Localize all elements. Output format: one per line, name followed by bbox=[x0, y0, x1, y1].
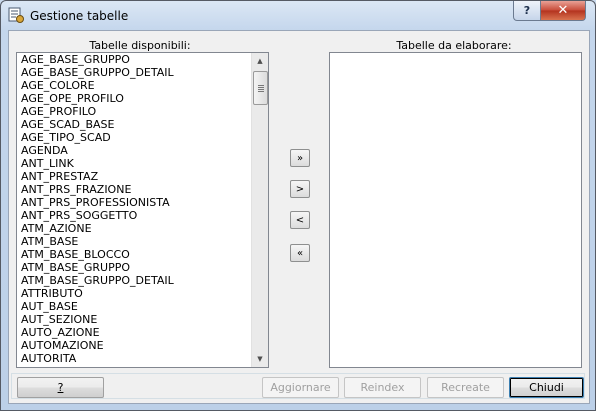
list-item[interactable]: AUTORITA bbox=[19, 352, 251, 365]
list-item[interactable]: AGE_TIPO_SCAD bbox=[19, 131, 251, 144]
add-all-button[interactable]: » bbox=[290, 149, 310, 167]
chevron-right-icon: > bbox=[295, 183, 305, 195]
dialog-window: Gestione tabelle ? ✕ Tabelle disponibili… bbox=[0, 0, 596, 411]
reindex-button[interactable]: Reindex bbox=[344, 377, 421, 398]
double-chevron-right-icon: » bbox=[296, 152, 304, 164]
list-item[interactable]: AGE_BASE_GRUPPO bbox=[19, 53, 251, 66]
tables-to-process-list[interactable] bbox=[329, 52, 582, 368]
list-item[interactable]: AUTOMAZIONE bbox=[19, 339, 251, 352]
list-item[interactable]: AGE_COLORE bbox=[19, 79, 251, 92]
list-item[interactable]: AUTO_AZIONE bbox=[19, 326, 251, 339]
reindex-button-label: Reindex bbox=[360, 381, 405, 394]
title-close-button[interactable]: ✕ bbox=[540, 1, 586, 21]
list-item[interactable]: ANT_PRS_FRAZIONE bbox=[19, 183, 251, 196]
tables-to-process-label: Tabelle da elaborare: bbox=[396, 39, 512, 52]
scroll-up-arrow-icon[interactable]: ▲ bbox=[252, 53, 268, 69]
recreate-button[interactable]: Recreate bbox=[427, 377, 504, 398]
close-button-label: Chiudi bbox=[529, 381, 564, 394]
list-item[interactable]: AUT_BASE bbox=[19, 300, 251, 313]
update-button[interactable]: Aggiornare bbox=[262, 377, 339, 398]
help-button[interactable]: ? bbox=[17, 377, 104, 398]
list-item[interactable]: ATM_BASE_BLOCCO bbox=[19, 248, 251, 261]
close-button[interactable]: Chiudi bbox=[509, 377, 584, 398]
list-item[interactable]: AGE_SCAD_BASE bbox=[19, 118, 251, 131]
app-icon bbox=[8, 7, 24, 23]
tables-to-process-items bbox=[332, 53, 564, 367]
list-item[interactable]: ANT_PRS_SOGGETTO bbox=[19, 209, 251, 222]
remove-all-button[interactable]: « bbox=[290, 244, 310, 262]
list-item[interactable]: ATM_BASE_GRUPPO bbox=[19, 261, 251, 274]
help-icon: ? bbox=[523, 4, 531, 17]
available-tables-label: Tabelle disponibili: bbox=[89, 39, 191, 52]
double-chevron-left-icon: « bbox=[296, 247, 304, 259]
list-item[interactable]: ANT_PRS_PROFESSIONISTA bbox=[19, 196, 251, 209]
help-button-label: ? bbox=[57, 381, 64, 394]
list-item[interactable]: AGE_PROFILO bbox=[19, 105, 251, 118]
scroll-down-arrow-icon[interactable]: ▼ bbox=[252, 351, 268, 367]
list-item[interactable]: ATM_BASE_GRUPPO_DETAIL bbox=[19, 274, 251, 287]
grip-icon bbox=[257, 84, 264, 92]
recreate-button-label: Recreate bbox=[441, 381, 490, 394]
list-item[interactable]: ANT_PRESTAZ bbox=[19, 170, 251, 183]
scroll-thumb[interactable] bbox=[253, 71, 268, 105]
list-item[interactable]: ANT_LINK bbox=[19, 157, 251, 170]
close-icon: ✕ bbox=[557, 3, 569, 18]
list-item[interactable]: ATTRIBUTO bbox=[19, 287, 251, 300]
dialog-client-area: Tabelle disponibili: AGE_BASE_GRUPPO AGE_… bbox=[8, 30, 590, 404]
window-title: Gestione tabelle bbox=[30, 9, 129, 23]
add-button[interactable]: > bbox=[290, 180, 310, 198]
list-item[interactable]: AGE_OPE_PROFILO bbox=[19, 92, 251, 105]
available-tables-items: AGE_BASE_GRUPPO AGE_BASE_GRUPPO_DETAIL AGE… bbox=[19, 53, 251, 367]
title-help-button[interactable]: ? bbox=[513, 1, 541, 21]
list-item[interactable]: AUT_SEZIONE bbox=[19, 313, 251, 326]
available-tables-scrollbar[interactable]: ▲ ▼ bbox=[251, 53, 268, 367]
update-button-label: Aggiornare bbox=[270, 381, 331, 394]
title-bar[interactable]: Gestione tabelle ? ✕ bbox=[1, 1, 595, 31]
available-tables-list[interactable]: AGE_BASE_GRUPPO AGE_BASE_GRUPPO_DETAIL AGE… bbox=[16, 52, 269, 368]
chevron-left-icon: < bbox=[295, 214, 305, 226]
remove-button[interactable]: < bbox=[290, 211, 310, 229]
list-item[interactable]: ATM_BASE bbox=[19, 235, 251, 248]
list-item[interactable]: ATM_AZIONE bbox=[19, 222, 251, 235]
list-item[interactable]: AGENDA bbox=[19, 144, 251, 157]
list-item[interactable]: AGE_BASE_GRUPPO_DETAIL bbox=[19, 66, 251, 79]
